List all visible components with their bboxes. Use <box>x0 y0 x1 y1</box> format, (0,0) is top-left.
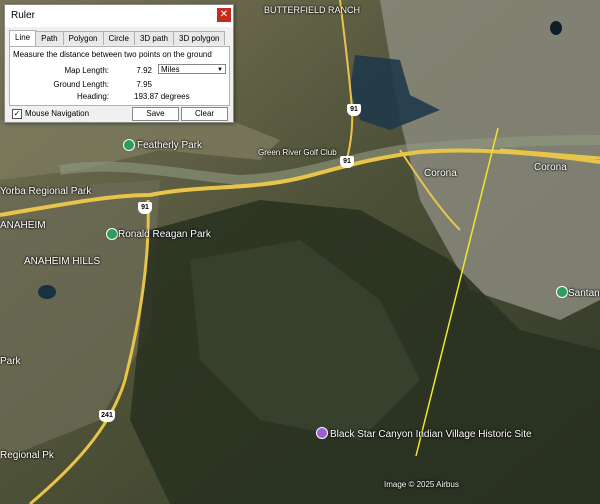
label-black-star-canyon[interactable]: Black Star Canyon Indian Village Histori… <box>330 429 532 440</box>
label-yorba-regional-park: Yorba Regional Park <box>0 186 92 197</box>
map-length-value: 7.92 <box>136 66 152 75</box>
tab-polygon[interactable]: Polygon <box>62 31 104 45</box>
ruler-dialog: Ruler ✕ Line Path Polygon Circle 3D path… <box>4 4 234 123</box>
highway-shield-241: 241 <box>99 410 115 422</box>
park-marker-icon[interactable] <box>123 139 135 151</box>
ruler-description: Measure the distance between two points … <box>13 50 212 59</box>
ground-length-value: 7.95 <box>136 80 152 89</box>
ruler-line-panel: Measure the distance between two points … <box>9 46 230 106</box>
clear-button-label: Clear <box>194 109 215 118</box>
label-anaheim: ANAHEIM <box>0 220 46 231</box>
chevron-down-icon: ▼ <box>217 67 223 73</box>
park-marker-icon[interactable] <box>106 228 118 240</box>
tab-line[interactable]: Line <box>9 30 37 46</box>
historic-site-marker-icon[interactable] <box>316 427 328 439</box>
highway-shield-91: 91 <box>347 104 361 116</box>
ruler-footer: ✓ Mouse Navigation Save Clear <box>5 105 233 122</box>
ground-length-label: Ground Length: <box>53 80 109 89</box>
park-marker-icon[interactable] <box>556 286 568 298</box>
map-copyright: Image © 2025 Airbus <box>384 480 459 489</box>
label-ronald-reagan-park[interactable]: Ronald Reagan Park <box>118 229 211 240</box>
label-regional-pk: Regional Pk <box>0 450 54 461</box>
label-anaheim-hills: ANAHEIM HILLS <box>24 256 101 267</box>
tab-circle[interactable]: Circle <box>102 31 135 45</box>
ruler-titlebar[interactable]: Ruler ✕ <box>5 5 233 27</box>
save-button-label: Save <box>146 109 165 118</box>
unit-select-value: Miles <box>161 65 180 74</box>
highway-shield-91: 91 <box>340 156 354 168</box>
tab-3d-path[interactable]: 3D path <box>133 31 174 45</box>
mouse-navigation-label[interactable]: Mouse Navigation <box>25 109 89 118</box>
unit-select[interactable]: Miles ▼ <box>158 64 226 74</box>
label-park: Park <box>0 356 21 367</box>
mouse-navigation-checkbox[interactable]: ✓ <box>12 109 22 119</box>
heading-label: Heading: <box>76 92 109 101</box>
ruler-title: Ruler <box>11 10 35 21</box>
tab-3d-polygon[interactable]: 3D polygon <box>173 31 226 45</box>
heading-value: 193.87 degrees <box>134 92 190 101</box>
label-butterfield-ranch: BUTTERFIELD RANCH <box>264 5 361 15</box>
label-corona-east: Corona <box>534 162 567 173</box>
highway-shield-91: 91 <box>138 202 152 214</box>
label-green-river-golf[interactable]: Green River Golf Club <box>258 148 337 157</box>
small-pond <box>550 21 562 35</box>
save-button[interactable]: Save <box>132 107 179 121</box>
label-corona-west: Corona <box>424 168 457 179</box>
close-icon[interactable]: ✕ <box>217 8 231 22</box>
label-santana-park[interactable]: Santana Park <box>568 288 600 299</box>
map-length-label: Map Length: <box>64 66 109 75</box>
clear-button[interactable]: Clear <box>181 107 228 121</box>
tab-path[interactable]: Path <box>35 31 64 45</box>
label-featherly-park[interactable]: Featherly Park <box>137 140 202 151</box>
lake-anaheim-hills <box>38 285 56 299</box>
ruler-tabs: Line Path Polygon Circle 3D path 3D poly… <box>9 30 226 46</box>
